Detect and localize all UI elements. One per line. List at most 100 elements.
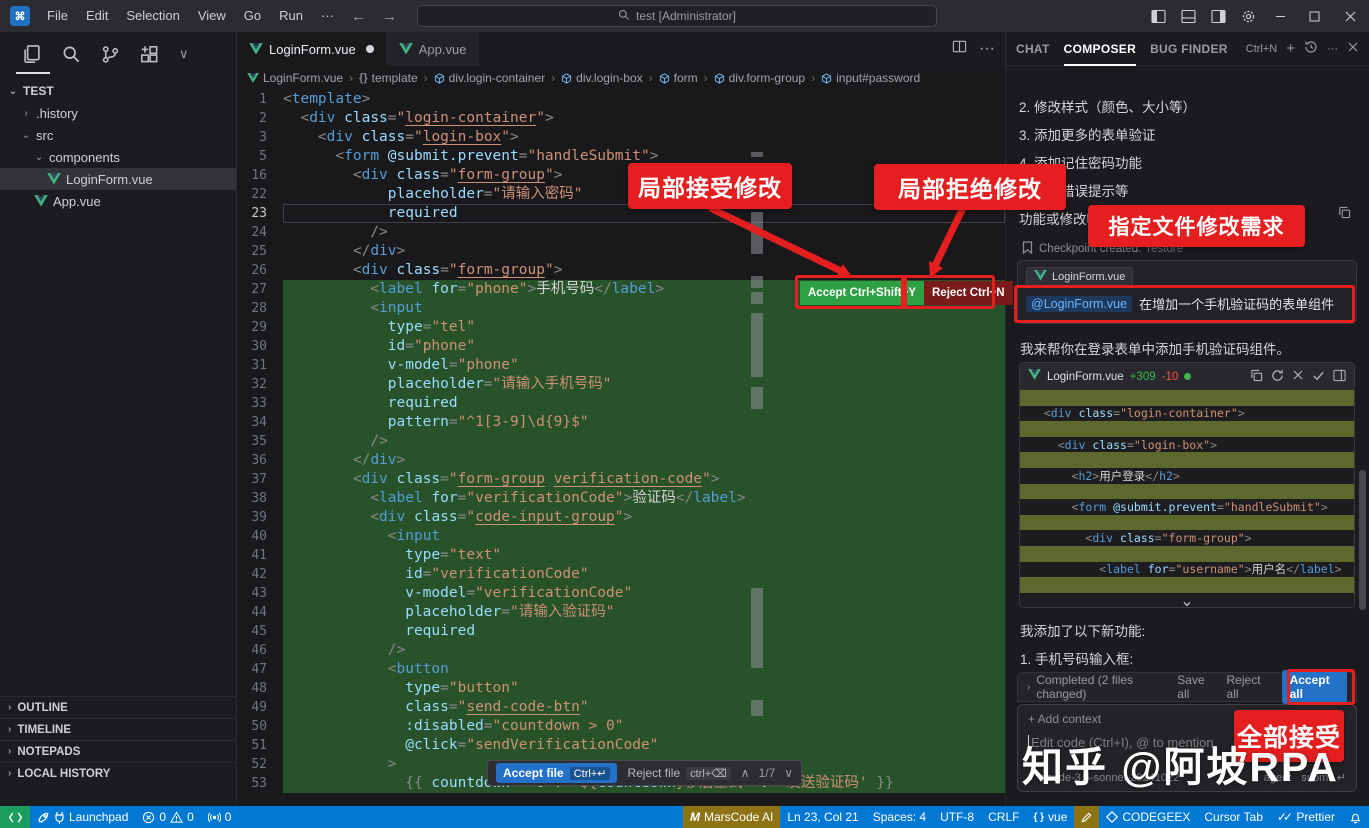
nav-forward-icon[interactable]: → bbox=[374, 8, 405, 25]
line-number: 40 bbox=[237, 527, 283, 546]
menu-go[interactable]: Go bbox=[235, 8, 270, 23]
diff-accept-icon[interactable] bbox=[1312, 369, 1325, 385]
tree-item-appvue[interactable]: App.vue bbox=[0, 190, 236, 212]
source-control-icon[interactable] bbox=[101, 42, 120, 66]
breadcrumb-label: template bbox=[371, 71, 418, 85]
extensions-icon[interactable] bbox=[140, 42, 159, 66]
tab-loginform-vue[interactable]: LoginForm.vue bbox=[237, 32, 387, 66]
explorer-view-icon[interactable] bbox=[22, 42, 42, 66]
file-mention-chip[interactable]: @LoginForm.vue bbox=[1026, 295, 1133, 312]
code-line-25: 25 </div> bbox=[237, 242, 1005, 261]
new-chat-icon[interactable]: + bbox=[1286, 40, 1295, 57]
menu-selection[interactable]: Selection bbox=[117, 8, 188, 23]
toggle-panel-icon[interactable] bbox=[1173, 0, 1203, 32]
expand-diff-chevron-icon[interactable]: ⌄ bbox=[1020, 593, 1354, 607]
antenna-icon bbox=[207, 811, 221, 824]
toggle-secondary-sidebar-icon[interactable] bbox=[1203, 0, 1233, 32]
breadcrumb-item[interactable]: input#password bbox=[821, 71, 920, 85]
diamond-icon bbox=[1106, 811, 1119, 823]
panel-tab-composer[interactable]: COMPOSER bbox=[1063, 32, 1137, 66]
section-outline[interactable]: › OUTLINE bbox=[0, 696, 237, 718]
window-maximize-button[interactable] bbox=[1297, 0, 1331, 32]
completed-summary-row: › Completed (2 files changed) Save all R… bbox=[1017, 670, 1357, 704]
tab-app-vue[interactable]: App.vue bbox=[386, 32, 480, 66]
accept-file-button[interactable]: Accept file Ctrl+↵ bbox=[496, 763, 618, 783]
tree-item-components[interactable]: ⌄ components bbox=[0, 146, 236, 168]
breadcrumb-item[interactable]: div.login-container bbox=[434, 71, 545, 85]
language-mode[interactable]: { } vue bbox=[1026, 806, 1074, 828]
split-editor-icon[interactable] bbox=[952, 39, 967, 59]
menu-run[interactable]: Run bbox=[270, 8, 312, 23]
tree-item-loginformvue[interactable]: LoginForm.vue bbox=[0, 168, 236, 190]
window-close-button[interactable] bbox=[1331, 0, 1369, 32]
settings-gear-icon[interactable] bbox=[1233, 0, 1263, 32]
scroll-decoration bbox=[751, 212, 763, 254]
context-file-chip[interactable]: LoginForm.vue bbox=[1026, 267, 1134, 288]
next-diff-icon[interactable]: ∨ bbox=[784, 766, 793, 780]
reject-change-button[interactable]: Reject Ctrl+N bbox=[924, 281, 1013, 305]
menu-edit[interactable]: Edit bbox=[77, 8, 117, 23]
cursor-tab-button[interactable]: Cursor Tab bbox=[1197, 806, 1269, 828]
reject-file-button[interactable]: Reject file ctrl+⌫ bbox=[627, 766, 731, 780]
line-number: 30 bbox=[237, 337, 283, 356]
chevron-down-icon[interactable]: ∨ bbox=[179, 42, 189, 66]
panel-tab-bug-finder[interactable]: BUG FINDER bbox=[1150, 32, 1228, 66]
encoding-setting[interactable]: UTF-8 bbox=[933, 806, 981, 828]
breadcrumb-item[interactable]: LoginForm.vue bbox=[247, 71, 343, 85]
breadcrumb-label: input#password bbox=[836, 71, 921, 85]
breadcrumb-item[interactable]: div.form-group bbox=[714, 71, 805, 85]
panel-more-icon[interactable]: ··· bbox=[1327, 43, 1338, 55]
launchpad-button[interactable]: Launchpad bbox=[30, 806, 135, 828]
menu-···[interactable]: ··· bbox=[312, 8, 343, 23]
save-all-button[interactable]: Save all bbox=[1177, 673, 1214, 701]
prev-diff-icon[interactable]: ∧ bbox=[741, 766, 750, 780]
section-timeline[interactable]: › TIMELINE bbox=[0, 718, 237, 740]
panel-scrollbar-thumb[interactable] bbox=[1359, 470, 1366, 610]
problems-indicator[interactable]: 0 0 bbox=[135, 806, 200, 828]
accept-all-button[interactable]: Accept all bbox=[1281, 670, 1347, 704]
panel-close-icon[interactable] bbox=[1347, 41, 1359, 56]
diff-code-body: < div class = "login-container" > < div class… bbox=[1020, 390, 1354, 593]
history-icon[interactable] bbox=[1304, 40, 1318, 57]
line-number: 22 bbox=[237, 185, 283, 204]
remote-indicator[interactable] bbox=[0, 806, 30, 828]
chevron-right-icon[interactable]: › bbox=[1027, 682, 1030, 693]
diff-copy-icon[interactable] bbox=[1250, 369, 1263, 385]
section-local-history[interactable]: › LOCAL HISTORY bbox=[0, 762, 237, 784]
window-minimize-button[interactable] bbox=[1263, 0, 1297, 32]
panel-tab-chat[interactable]: CHAT bbox=[1016, 32, 1050, 66]
cursor-position[interactable]: Ln 23, Col 21 bbox=[780, 806, 865, 828]
diff-regenerate-icon[interactable] bbox=[1271, 369, 1284, 385]
eol-setting[interactable]: CRLF bbox=[981, 806, 1026, 828]
more-actions-icon[interactable]: ··· bbox=[979, 40, 995, 58]
diff-open-file-icon[interactable] bbox=[1333, 369, 1346, 385]
toggle-sidebar-icon[interactable] bbox=[1143, 0, 1173, 32]
search-view-icon[interactable] bbox=[62, 42, 81, 66]
prettier-button[interactable]: ✓✓ Prettier bbox=[1270, 806, 1342, 828]
code-line-37: 37 <div class="form-group verification-c… bbox=[237, 470, 1005, 489]
line-number: 24 bbox=[237, 223, 283, 242]
code-line-26: 26 <div class="form-group"> bbox=[237, 261, 1005, 280]
diff-removed-count: -10 bbox=[1161, 370, 1179, 383]
tree-item-test[interactable]: ⌄ TEST bbox=[0, 80, 236, 102]
diff-reject-icon[interactable] bbox=[1292, 369, 1304, 384]
breadcrumb-item[interactable]: div.login-box bbox=[561, 71, 643, 85]
copy-message-icon[interactable] bbox=[1338, 206, 1351, 224]
section-notepads[interactable]: › NOTEPADS bbox=[0, 740, 237, 762]
codegeex-button[interactable]: CODEGEEX bbox=[1099, 806, 1197, 828]
menu-file[interactable]: File bbox=[38, 8, 77, 23]
breadcrumb-item[interactable]: {} template bbox=[359, 71, 418, 85]
reject-all-button[interactable]: Reject all bbox=[1227, 673, 1270, 701]
olive-badge-button[interactable] bbox=[1074, 806, 1100, 828]
marscode-ai-button[interactable]: M MarsCode AI bbox=[682, 806, 781, 828]
nav-back-icon[interactable]: ← bbox=[343, 8, 374, 25]
indentation-setting[interactable]: Spaces: 4 bbox=[866, 806, 933, 828]
breadcrumb-item[interactable]: form bbox=[659, 71, 698, 85]
ports-indicator[interactable]: 0 bbox=[201, 806, 239, 828]
accept-change-button[interactable]: Accept Ctrl+Shift+Y bbox=[800, 281, 924, 305]
notifications-bell-icon[interactable] bbox=[1342, 806, 1369, 828]
tree-item-history[interactable]: › .history bbox=[0, 102, 236, 124]
command-search-input[interactable]: test [Administrator] bbox=[417, 5, 937, 27]
menu-view[interactable]: View bbox=[189, 8, 235, 23]
tree-item-src[interactable]: ⌄ src bbox=[0, 124, 236, 146]
